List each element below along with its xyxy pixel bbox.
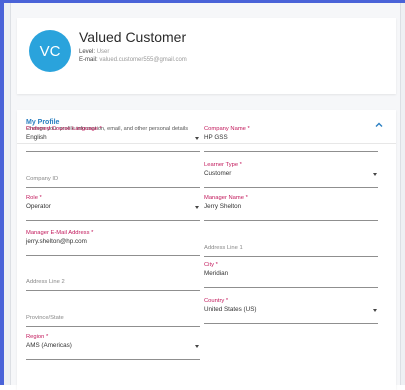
course-language-select[interactable]: Preferred Course Language * English xyxy=(26,126,200,152)
avatar-initials: VC xyxy=(39,42,61,60)
role-label: Role * xyxy=(26,195,42,201)
role-value: Operator xyxy=(26,203,51,210)
caret-down-icon[interactable] xyxy=(195,206,199,209)
caret-down-icon[interactable] xyxy=(195,137,199,140)
company-name-value: HP GSS xyxy=(204,134,228,141)
course-language-label: Preferred Course Language * xyxy=(26,126,102,132)
address-line-1-field[interactable]: Address Line 1 xyxy=(204,231,378,257)
region-label: Region * xyxy=(26,334,49,340)
country-select[interactable]: Country * United States (US) xyxy=(204,298,378,324)
field-underline xyxy=(26,326,200,327)
course-language-value: English xyxy=(26,134,47,141)
city-value: Meridian xyxy=(204,270,229,277)
profile-header-card: VC Valued Customer Level: User E-mail: v… xyxy=(17,18,396,94)
field-underline xyxy=(204,323,378,324)
caret-down-icon[interactable] xyxy=(373,173,377,176)
learner-type-select[interactable]: Learner Type * Customer xyxy=(204,162,378,188)
profile-email: E-mail: valued.customer555@gmail.com xyxy=(79,57,187,63)
profile-name: Valued Customer xyxy=(79,29,187,45)
address-line-2-placeholder: Address Line 2 xyxy=(26,279,65,285)
manager-name-value: Jerry Shelton xyxy=(204,203,242,210)
field-underline xyxy=(26,187,200,188)
country-value: United States (US) xyxy=(204,306,257,313)
profile-level: Level: User xyxy=(79,49,109,55)
field-underline xyxy=(204,151,378,152)
company-name-field[interactable]: Company Name * HP GSS xyxy=(204,126,378,152)
manager-name-field[interactable]: Manager Name * Jerry Shelton xyxy=(204,195,378,221)
field-underline xyxy=(204,187,378,188)
field-underline xyxy=(204,287,378,288)
company-id-placeholder: Company ID xyxy=(26,176,59,182)
learner-type-value: Customer xyxy=(204,170,232,177)
province-state-placeholder: Province/State xyxy=(26,315,64,321)
field-underline xyxy=(26,151,200,152)
caret-down-icon[interactable] xyxy=(195,345,199,348)
address-line-2-field[interactable]: Address Line 2 xyxy=(26,265,200,291)
profile-level-key: Level: xyxy=(79,49,96,55)
field-underline xyxy=(204,256,378,257)
profile-email-key: E-mail: xyxy=(79,57,98,63)
company-name-label: Company Name * xyxy=(204,126,250,132)
role-select[interactable]: Role * Operator xyxy=(26,195,200,221)
manager-email-value: jerry.shelton@hp.com xyxy=(26,238,87,245)
field-underline xyxy=(204,220,378,221)
field-underline xyxy=(26,290,200,291)
city-field[interactable]: City * Meridian xyxy=(204,262,378,288)
province-state-field[interactable]: Province/State xyxy=(26,301,200,327)
field-underline xyxy=(26,255,200,256)
learner-type-label: Learner Type * xyxy=(204,162,242,168)
company-id-field[interactable]: Company ID xyxy=(26,162,200,188)
profile-email-value: valued.customer555@gmail.com xyxy=(99,57,187,63)
manager-name-label: Manager Name * xyxy=(204,195,248,201)
field-underline xyxy=(26,220,200,221)
address-line-1-placeholder: Address Line 1 xyxy=(204,245,243,251)
region-value: AMS (Americas) xyxy=(26,342,72,349)
section-title: My Profile xyxy=(26,119,60,126)
field-underline xyxy=(26,359,200,360)
manager-email-field[interactable]: Manager E-Mail Address * jerry.shelton@h… xyxy=(26,230,200,256)
country-label: Country * xyxy=(204,298,229,304)
avatar: VC xyxy=(29,30,71,72)
profile-level-value: User xyxy=(96,49,110,55)
region-select[interactable]: Region * AMS (Americas) xyxy=(26,334,200,360)
caret-down-icon[interactable] xyxy=(373,309,377,312)
manager-email-label: Manager E-Mail Address * xyxy=(26,230,94,236)
city-label: City * xyxy=(204,262,218,268)
